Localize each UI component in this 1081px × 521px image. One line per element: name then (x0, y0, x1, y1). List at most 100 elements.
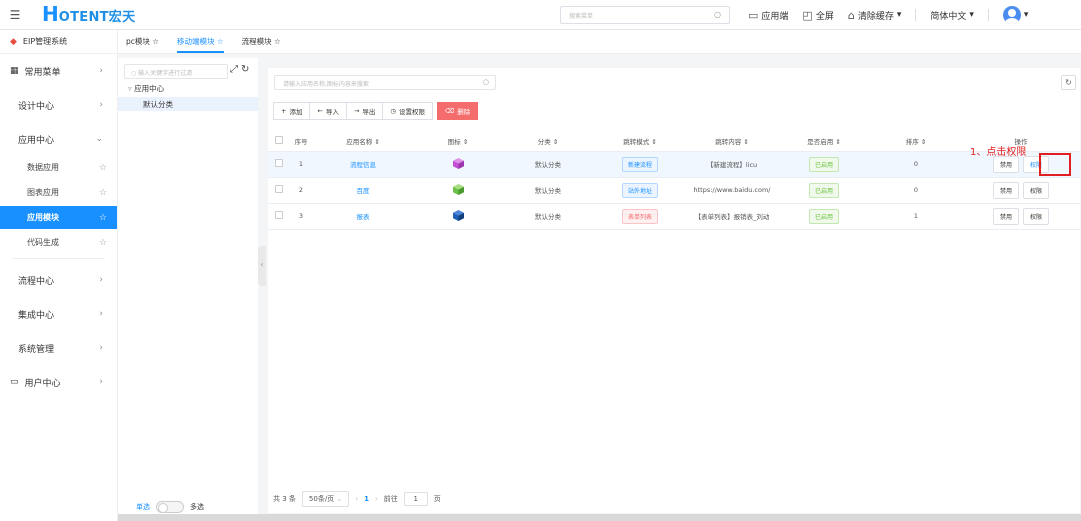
menu-toggle-icon[interactable]: ☰ (0, 8, 30, 22)
divider (915, 9, 917, 21)
sidebar-item-common-menu[interactable]: ▦ 常用菜单 › (0, 54, 117, 88)
star-icon[interactable]: ☆ (99, 238, 107, 248)
column-header[interactable]: 是否启用 ⇕ (778, 131, 870, 152)
table-row[interactable]: 1 流程信息 默认分类 新建流程 【新建流程】licu 已启用 0 禁用 权限 (268, 151, 1080, 178)
tab-flow-module[interactable]: 流程模块 ☆ (242, 36, 281, 53)
sort-icon[interactable]: ⇕ (463, 138, 468, 146)
refresh-icon[interactable]: ↻ (241, 64, 252, 75)
sidebar-item-app-center[interactable]: 应用中心 ⌄ (0, 122, 117, 156)
menu-search-input[interactable]: 搜索菜单 ○ (560, 6, 730, 24)
tab-mobile-module[interactable]: 移动端模块 ☆ (177, 36, 224, 53)
language-select[interactable]: 简体中文 ▾ (930, 9, 974, 22)
category-tree-panel: ○ 输入关键字进行过滤 ⤢↻ ▿ 应用中心 默认分类 单选 多选 (118, 58, 258, 521)
jump-content-cell: https://www.baidu.com/ (686, 177, 778, 204)
status-badge: 已启用 (808, 208, 839, 224)
sidebar-item-label: 用户中心 (24, 378, 61, 389)
search-icon[interactable]: ○ (483, 78, 489, 86)
tree-node-label: 应用中心 (134, 84, 165, 93)
star-icon[interactable]: ☆ (99, 213, 107, 223)
delete-button[interactable]: ⌫ 删除 (437, 102, 479, 120)
permission-button[interactable]: 权限 (1023, 181, 1050, 199)
set-permission-button[interactable]: ◷ 设置权限 (382, 102, 434, 120)
sidebar-item-flow-center[interactable]: 流程中心 › (0, 263, 117, 297)
selection-mode-toggle[interactable] (156, 501, 184, 513)
disable-button[interactable]: 禁用 (992, 155, 1019, 173)
cube-icon (452, 157, 464, 169)
next-page-button[interactable]: › (375, 495, 378, 503)
table-row[interactable]: 2 百度 默认分类 站外地址 https://www.baidu.com/ 已启… (268, 177, 1080, 204)
sidebar-item-label: 应用模块 (27, 213, 59, 222)
status-badge: 已启用 (808, 182, 839, 198)
sidebar-item-system-admin[interactable]: 系统管理 › (0, 331, 117, 365)
tree-tools: ⤢↻ (230, 64, 252, 75)
permission-button[interactable]: 权限 (1023, 207, 1050, 225)
prev-page-button[interactable]: ‹ (355, 495, 358, 503)
column-header[interactable]: 排序 ⇕ (870, 131, 962, 152)
sort-icon[interactable]: ⇕ (921, 138, 926, 146)
tree-node-default-category[interactable]: 默认分类 (118, 97, 258, 111)
import-button[interactable]: ← 导入 (309, 102, 347, 120)
sidebar-item-integration-center[interactable]: 集成中心 › (0, 297, 117, 331)
sort-icon[interactable]: ⇕ (743, 138, 748, 146)
tab-pc-module[interactable]: pc模块 ☆ (126, 36, 159, 53)
table-row[interactable]: 3 报表 默认分类 表单列表 【表单列表】报销表_刘动 已启用 1 禁用 权限 (268, 203, 1080, 230)
collapse-panel-handle[interactable]: ‹ (258, 246, 266, 286)
sort-icon[interactable]: ⇕ (651, 138, 656, 146)
app-name-link[interactable]: 百度 (357, 187, 370, 195)
main-content: 请输入应用名称,图标内容来搜索 ○ ↻ + 添加 ← 导入 → 导出 ◷ 设置权限 ⌫ 删… (268, 68, 1080, 513)
disable-button[interactable]: 禁用 (992, 207, 1019, 225)
status-badge: 已启用 (808, 156, 839, 172)
row-checkbox[interactable] (268, 177, 290, 204)
star-icon[interactable]: ☆ (99, 188, 107, 198)
goto-page-input[interactable]: 1 (403, 492, 428, 506)
sidebar-item-chart-app[interactable]: 图表应用 ☆ (0, 181, 117, 204)
sort-icon[interactable]: ⇕ (553, 138, 558, 146)
sort-icon[interactable]: ⇕ (835, 138, 840, 146)
export-label: 导出 (362, 108, 376, 116)
logo-mark: H (42, 2, 59, 26)
add-button[interactable]: + 添加 (273, 102, 311, 120)
current-page[interactable]: 1 (364, 495, 369, 503)
fullscreen-button[interactable]: ◰ 全屏 (802, 9, 833, 22)
monitor-icon: ▭ (10, 377, 19, 387)
column-header: 序号 (290, 131, 312, 152)
user-menu[interactable]: ▾ (1002, 6, 1028, 24)
page-suffix: 页 (433, 495, 441, 503)
refresh-button[interactable]: ↻ (1061, 75, 1076, 90)
column-header[interactable]: 分类 ⇕ (502, 131, 594, 152)
disable-button[interactable]: 禁用 (992, 181, 1019, 199)
star-icon[interactable]: ☆ (99, 163, 107, 173)
clear-cache-button[interactable]: ⌂ 清除缓存 ▾ (848, 9, 902, 22)
cube-icon (452, 209, 464, 221)
column-header[interactable]: 应用名称 ⇕ (312, 131, 414, 152)
row-checkbox[interactable] (268, 151, 290, 178)
tree-node-root[interactable]: ▿ 应用中心 (128, 83, 164, 94)
search-icon[interactable]: ○ (714, 10, 721, 19)
chevron-right-icon: › (99, 275, 103, 285)
tree-filter-input[interactable]: ○ 输入关键字进行过滤 (124, 64, 228, 79)
app-name-link[interactable]: 流程信息 (350, 161, 376, 169)
multi-select-label: 多选 (190, 503, 204, 511)
horizontal-scrollbar[interactable] (118, 514, 1081, 521)
row-checkbox[interactable] (268, 203, 290, 230)
top-actions: ▭ 应用端 ◰ 全屏 ⌂ 清除缓存 ▾ 简体中文 ▾ ▾ (748, 0, 1028, 30)
sidebar-item-app-module[interactable]: 应用模块 ☆ (0, 206, 117, 229)
page-size-select[interactable]: 50条/页 ⌄ (301, 491, 350, 507)
divider (12, 258, 105, 259)
column-header[interactable]: 跳转模式 ⇕ (594, 131, 686, 152)
column-header[interactable]: 图标 ⇕ (414, 131, 502, 152)
app-name-link[interactable]: 报表 (357, 213, 370, 221)
sidebar-item-user-center[interactable]: ▭ 用户中心 › (0, 365, 117, 399)
select-all-checkbox[interactable] (268, 131, 290, 152)
column-header[interactable]: 跳转内容 ⇕ (686, 131, 778, 152)
expand-icon[interactable]: ⤢ (230, 64, 241, 75)
app-end-button[interactable]: ▭ 应用端 (748, 9, 788, 22)
system-switcher[interactable]: ◆ EIP管理系统 (0, 30, 117, 54)
sidebar-item-code-gen[interactable]: 代码生成 ☆ (0, 231, 117, 254)
app-search-input[interactable]: 请输入应用名称,图标内容来搜索 ○ (274, 75, 496, 90)
export-button[interactable]: → 导出 (345, 102, 384, 120)
single-select-label: 单选 (136, 503, 150, 511)
sidebar-item-data-app[interactable]: 数据应用 ☆ (0, 156, 117, 179)
sort-icon[interactable]: ⇕ (374, 138, 379, 146)
sidebar-item-design-center[interactable]: 设计中心 › (0, 88, 117, 122)
